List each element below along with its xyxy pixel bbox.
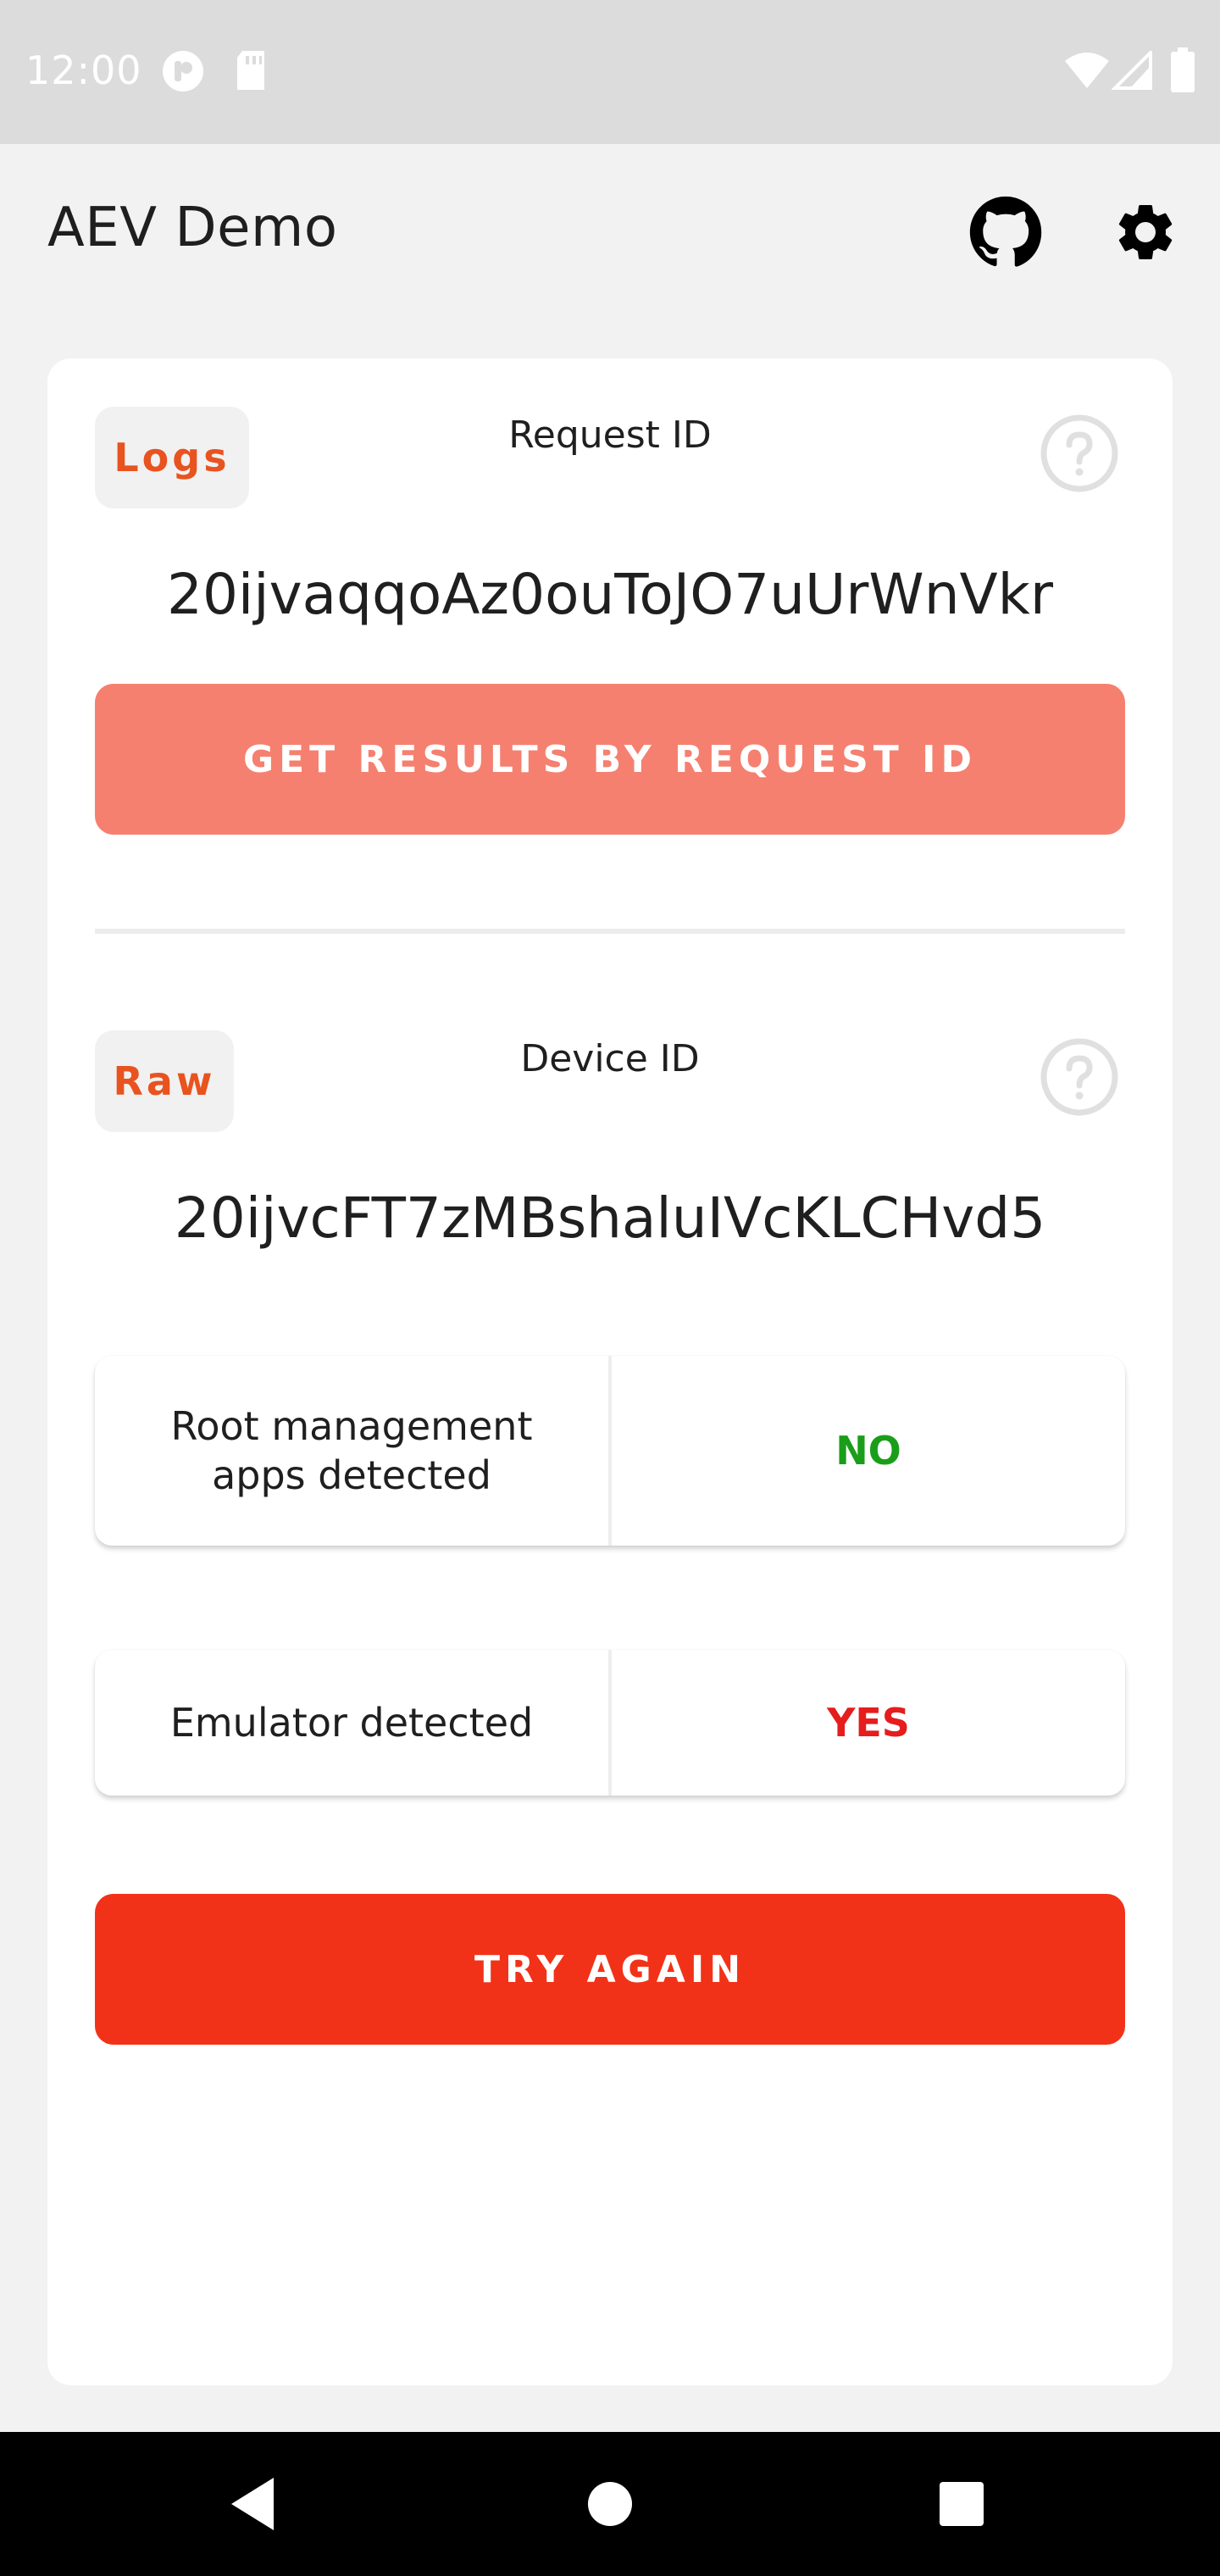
back-icon[interactable] <box>216 2466 292 2542</box>
request-id-label: Request ID <box>508 414 712 457</box>
result-value: YES <box>608 1650 1125 1796</box>
section-divider <box>95 929 1125 934</box>
navigation-bar <box>0 2432 1220 2576</box>
results-card: Logs Request ID 20ijvaqqoAz0ouToJO7uUrWn… <box>47 358 1173 2385</box>
result-label-line: Emulator detected <box>169 1700 534 1746</box>
home-icon[interactable] <box>572 2466 648 2542</box>
request-id-value: 20ijvaqqoAz0ouToJO7uUrWnVkr <box>166 562 1054 627</box>
result-row-emulator: Emulator detected YES <box>95 1650 1125 1796</box>
result-label: Emulator detected <box>95 1650 608 1796</box>
device-id-label: Device ID <box>520 1037 700 1080</box>
notification-icon <box>163 51 203 92</box>
settings-gear-icon[interactable] <box>1112 198 1179 266</box>
try-again-button[interactable]: TRY AGAIN <box>95 1894 1125 2045</box>
result-label-line: apps detected <box>212 1452 491 1498</box>
signal-icon <box>1112 51 1152 90</box>
result-label: Root management apps detected <box>95 1356 608 1546</box>
device-id-help-icon[interactable] <box>1039 1036 1120 1118</box>
github-icon[interactable] <box>968 195 1043 269</box>
battery-icon <box>1171 47 1195 92</box>
sd-card-icon <box>237 51 264 90</box>
app-title: AEV Demo <box>47 197 338 259</box>
device-id-value: 20ijvcFT7zMBshaluIVcKLCHvd5 <box>174 1185 1046 1251</box>
wifi-icon <box>1065 53 1109 88</box>
result-value: NO <box>608 1356 1125 1546</box>
status-time: 12:00 <box>25 47 142 93</box>
status-bar: 12:00 <box>0 0 1220 144</box>
result-label-line: Root management <box>170 1403 533 1449</box>
result-row-root-management: Root management apps detected NO <box>95 1356 1125 1546</box>
get-results-button[interactable]: GET RESULTS BY REQUEST ID <box>95 684 1125 835</box>
recents-icon[interactable] <box>923 2466 1000 2542</box>
app-bar: AEV Demo <box>0 144 1220 318</box>
request-id-help-icon[interactable] <box>1039 413 1120 494</box>
